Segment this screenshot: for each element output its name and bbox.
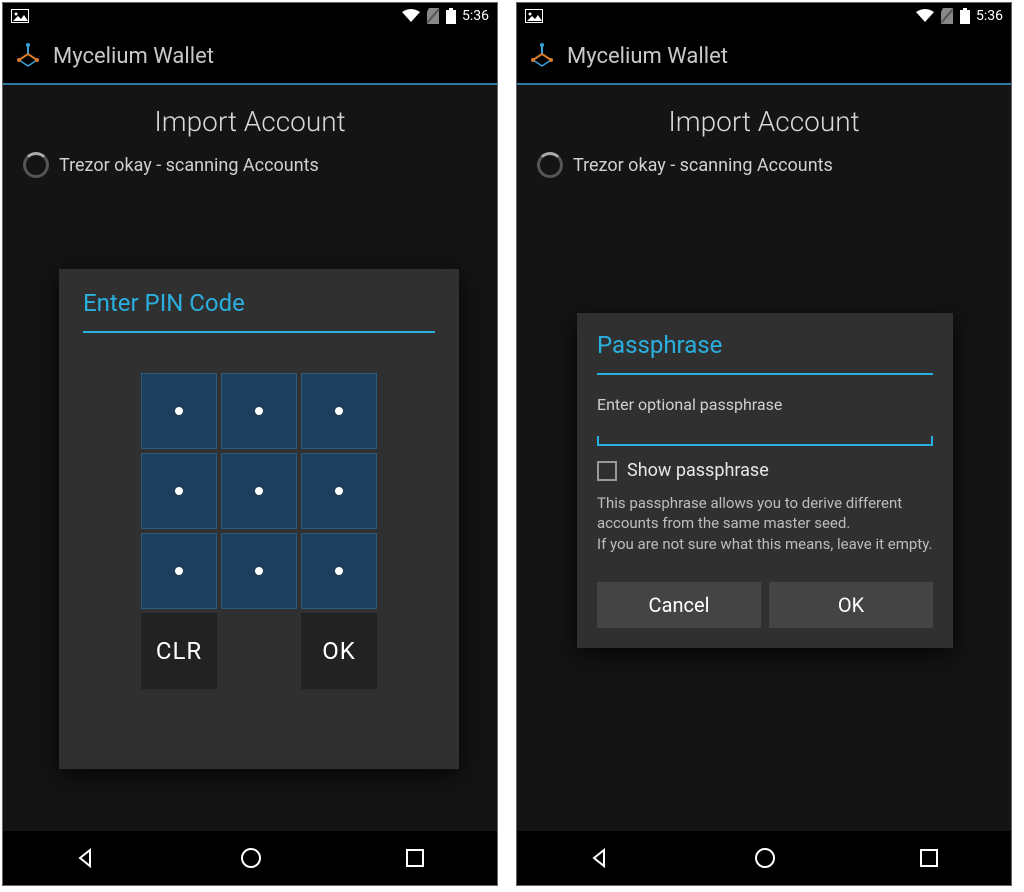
app-title: Mycelium Wallet [53,44,214,69]
status-text: Trezor okay - scanning Accounts [573,155,833,176]
passphrase-label: Enter optional passphrase [597,395,933,414]
app-logo-icon [527,41,557,71]
nav-home-icon[interactable] [239,846,263,870]
spinner-icon [23,152,49,178]
passphrase-input[interactable] [597,420,933,446]
nav-back-icon[interactable] [74,846,98,870]
pin-key-5[interactable] [221,453,297,529]
picture-icon [11,9,29,23]
phone-screen-passphrase: 5:36 Mycelium Wallet Import Account Trez… [516,2,1012,886]
battery-icon [446,8,456,24]
pin-keypad: CLR OK [83,373,435,689]
app-bar: Mycelium Wallet [517,29,1011,85]
screen-content: Import Account Trezor okay - scanning Ac… [3,85,497,831]
pin-empty-cell [221,613,297,689]
battery-icon [960,8,970,24]
pin-key-1[interactable] [141,533,217,609]
passphrase-dialog-title: Passphrase [597,331,933,375]
status-time: 5:36 [976,8,1003,24]
no-sim-icon [940,8,954,24]
phone-screen-pin: 5:36 Mycelium Wallet Import Account Trez… [2,2,498,886]
status-row: Trezor okay - scanning Accounts [517,152,1011,178]
pin-key-4[interactable] [141,453,217,529]
pin-key-8[interactable] [221,373,297,449]
pin-key-2[interactable] [221,533,297,609]
wifi-icon [402,9,420,23]
status-text: Trezor okay - scanning Accounts [59,155,319,176]
nav-recent-icon[interactable] [404,847,426,869]
pin-dialog-title: Enter PIN Code [83,289,435,333]
pin-key-7[interactable] [141,373,217,449]
pin-ok-button[interactable]: OK [301,613,377,689]
nav-home-icon[interactable] [753,846,777,870]
ok-button[interactable]: OK [769,582,933,628]
passphrase-dialog: Passphrase Enter optional passphrase Sho… [577,313,953,648]
show-passphrase-checkbox[interactable] [597,461,617,481]
status-row: Trezor okay - scanning Accounts [3,152,497,178]
pin-key-9[interactable] [301,373,377,449]
nav-bar [3,831,497,885]
show-passphrase-label: Show passphrase [627,460,769,481]
status-bar: 5:36 [3,3,497,29]
app-title: Mycelium Wallet [567,44,728,69]
app-logo-icon [13,41,43,71]
screen-content: Import Account Trezor okay - scanning Ac… [517,85,1011,831]
picture-icon [525,9,543,23]
status-time: 5:36 [462,8,489,24]
page-title: Import Account [517,85,1011,152]
app-bar: Mycelium Wallet [3,29,497,85]
cancel-button[interactable]: Cancel [597,582,761,628]
spinner-icon [537,152,563,178]
pin-dialog: Enter PIN Code CLR OK [59,269,459,769]
page-title: Import Account [3,85,497,152]
passphrase-description: This passphrase allows you to derive dif… [597,493,933,554]
status-bar: 5:36 [517,3,1011,29]
pin-clear-button[interactable]: CLR [141,613,217,689]
wifi-icon [916,9,934,23]
nav-bar [517,831,1011,885]
no-sim-icon [426,8,440,24]
nav-recent-icon[interactable] [918,847,940,869]
pin-key-6[interactable] [301,453,377,529]
nav-back-icon[interactable] [588,846,612,870]
pin-key-3[interactable] [301,533,377,609]
